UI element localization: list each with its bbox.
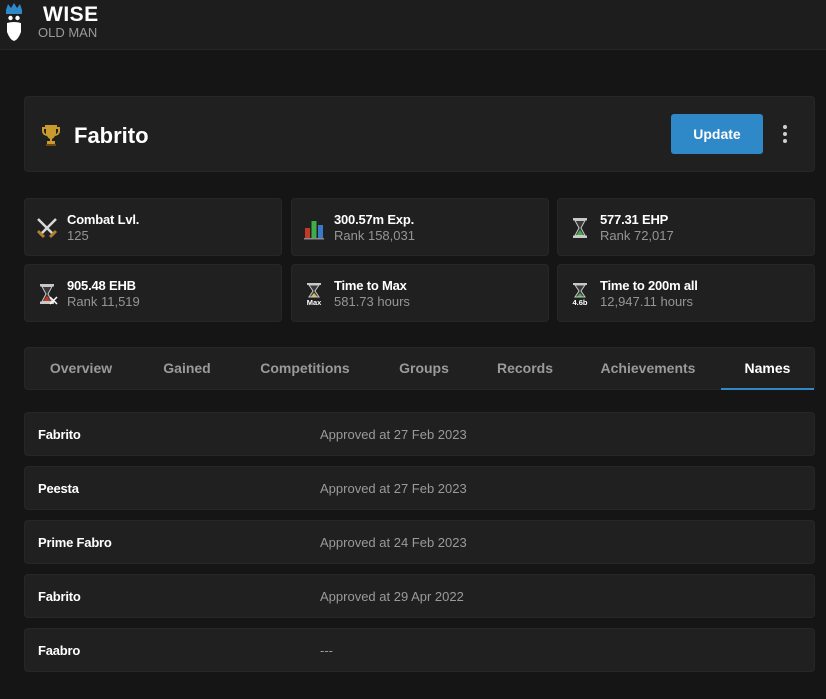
trophy-icon xyxy=(42,125,60,146)
stat-title: 577.31 EHP xyxy=(600,212,669,227)
stat-subtitle: Rank 72,017 xyxy=(600,228,674,243)
name-change-name: Prime Fabro xyxy=(38,535,112,550)
stat-title: 300.57m Exp. xyxy=(334,212,414,227)
stat-title: Combat Lvl. xyxy=(67,212,140,227)
list-item: Fabrito Approved at 27 Feb 2023 xyxy=(24,412,815,456)
list-item: Prime Fabro Approved at 24 Feb 2023 xyxy=(24,520,815,564)
200m-badge: 4.6b xyxy=(572,298,587,306)
brand-subtitle[interactable]: OLD MAN xyxy=(38,25,97,40)
name-change-status: Approved at 27 Feb 2023 xyxy=(320,481,467,496)
crossed-swords-icon xyxy=(36,218,58,239)
list-item: Fabrito Approved at 29 Apr 2022 xyxy=(24,574,815,618)
stat-title: Time to Max xyxy=(334,278,407,293)
name-change-name: Fabrito xyxy=(38,427,81,442)
stat-combat-level: Combat Lvl. 125 xyxy=(24,198,282,256)
list-item: Faabro --- xyxy=(24,628,815,672)
brand-title[interactable]: WISE xyxy=(43,3,99,27)
name-change-name: Fabrito xyxy=(38,589,81,604)
more-options-icon[interactable] xyxy=(777,121,793,147)
stat-time-to-max: Max Time to Max 581.73 hours xyxy=(291,264,549,322)
stat-ehb: 905.48 EHB Rank 11,519 xyxy=(24,264,282,322)
stat-subtitle: 12,947.11 hours xyxy=(600,294,693,309)
tab-overview[interactable]: Overview xyxy=(25,348,137,390)
tab-groups[interactable]: Groups xyxy=(373,348,475,390)
tab-achievements[interactable]: Achievements xyxy=(575,348,721,390)
player-header: Fabrito Update xyxy=(24,96,815,172)
tab-names[interactable]: Names xyxy=(721,348,814,390)
update-button[interactable]: Update xyxy=(671,114,763,154)
stat-time-to-200m: 4.6b Time to 200m all 12,947.11 hours xyxy=(557,264,815,322)
profile-tabs: Overview Gained Competitions Groups Reco… xyxy=(24,347,815,390)
name-change-status: Approved at 24 Feb 2023 xyxy=(320,535,467,550)
name-change-name: Peesta xyxy=(38,481,79,496)
max-badge: Max xyxy=(307,298,322,306)
tab-records[interactable]: Records xyxy=(475,348,575,390)
stat-ehp: 577.31 EHP Rank 72,017 xyxy=(557,198,815,256)
list-item: Peesta Approved at 27 Feb 2023 xyxy=(24,466,815,510)
name-change-status: --- xyxy=(320,643,333,658)
hourglass-200m-icon: 4.6b xyxy=(572,283,588,306)
stat-title: 905.48 EHB xyxy=(67,278,136,293)
hourglass-icon xyxy=(573,218,587,238)
hourglass-max-icon: Max xyxy=(307,283,322,306)
top-bar: WISE OLD MAN xyxy=(0,0,826,50)
wise-old-man-logo-icon[interactable] xyxy=(4,2,24,42)
stat-subtitle: Rank 11,519 xyxy=(67,294,140,309)
name-change-status: Approved at 29 Apr 2022 xyxy=(320,589,464,604)
bar-chart-icon xyxy=(304,221,324,240)
tab-competitions[interactable]: Competitions xyxy=(237,348,373,390)
stat-title: Time to 200m all xyxy=(600,278,698,293)
name-change-name: Faabro xyxy=(38,643,81,658)
stat-subtitle: 125 xyxy=(67,228,89,243)
player-name: Fabrito xyxy=(74,123,149,148)
stat-subtitle: Rank 158,031 xyxy=(334,228,415,243)
stat-subtitle: 581.73 hours xyxy=(334,294,410,309)
tab-gained[interactable]: Gained xyxy=(137,348,237,390)
stat-overall-exp: 300.57m Exp. Rank 158,031 xyxy=(291,198,549,256)
hourglass-boss-icon xyxy=(40,284,58,305)
name-change-status: Approved at 27 Feb 2023 xyxy=(320,427,467,442)
